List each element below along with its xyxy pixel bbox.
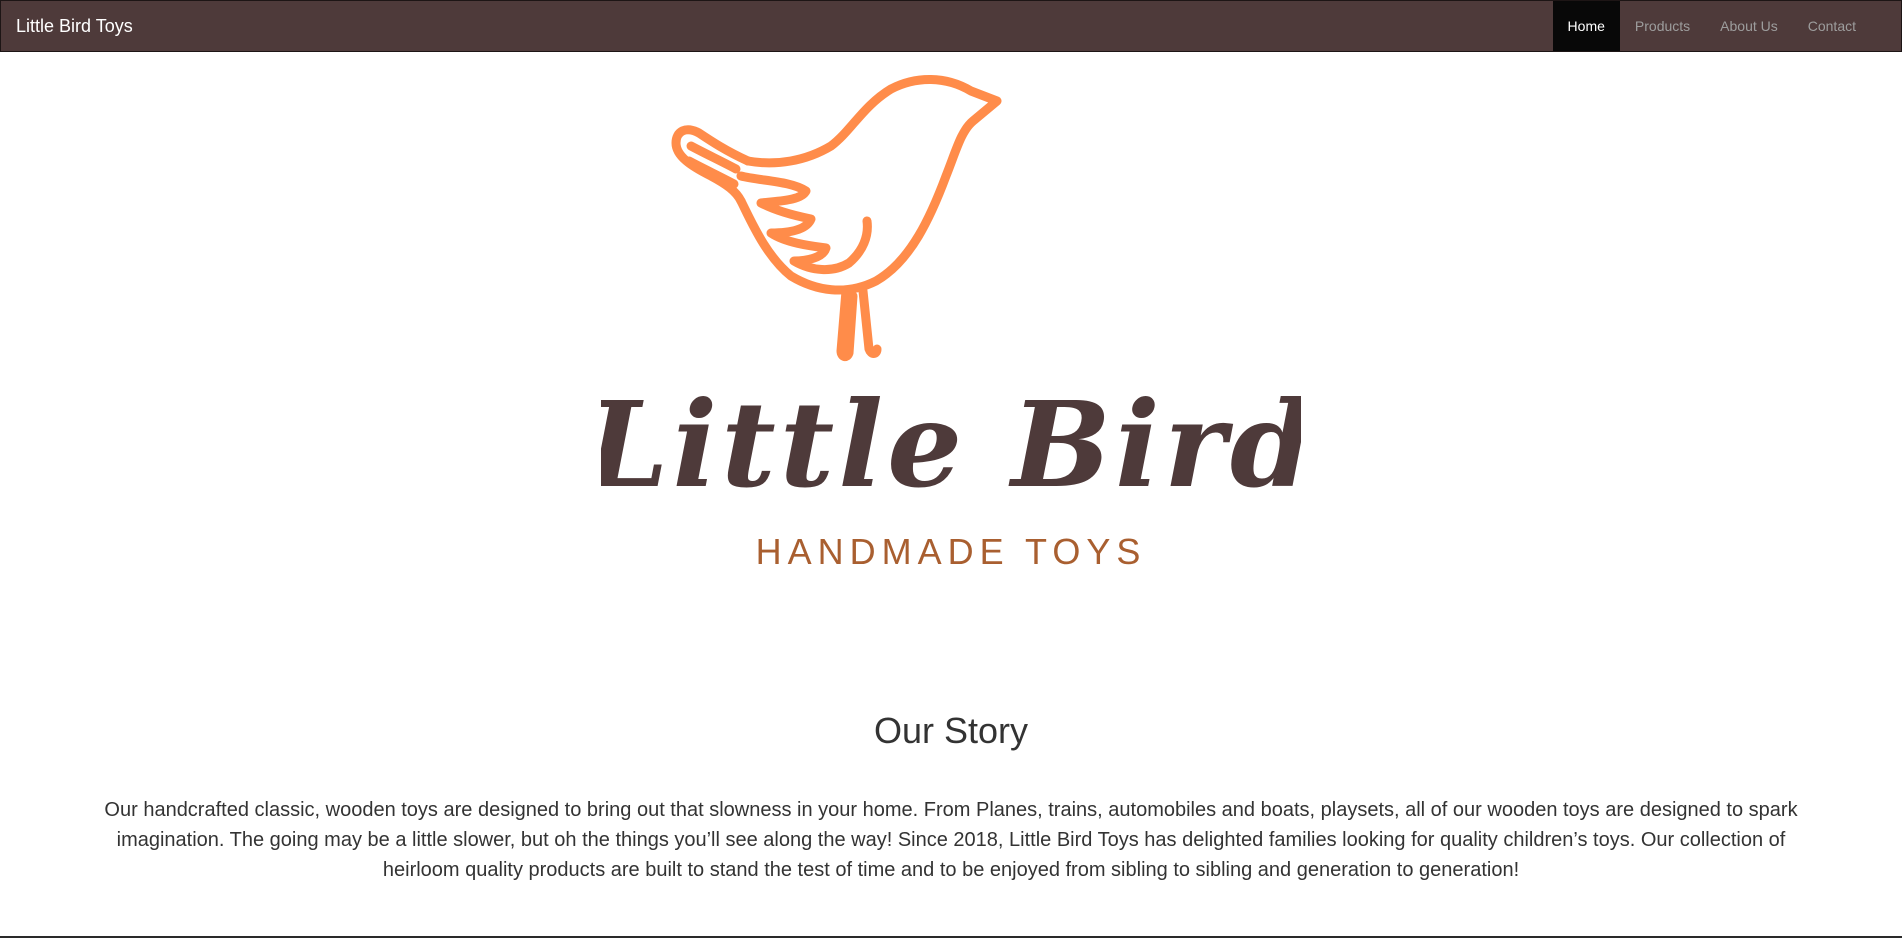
logo-script-text: Little Bird xyxy=(601,375,1301,514)
story-text: Our handcrafted classic, wooden toys are… xyxy=(104,799,1798,881)
nav-item-about-us[interactable]: About Us xyxy=(1705,1,1793,51)
little-bird-logo: Little Bird HANDMADE TOYS xyxy=(601,75,1301,572)
nav-item-contact[interactable]: Contact xyxy=(1793,1,1871,51)
story-title: Our Story xyxy=(873,710,1029,751)
nav-item-products[interactable]: Products xyxy=(1620,1,1705,51)
nav-menu: Home Products About Us Contact xyxy=(1552,1,1871,51)
bird-icon xyxy=(671,75,1002,362)
hero-logo: Little Bird HANDMADE TOYS xyxy=(0,51,1902,591)
brand-link[interactable]: Little Bird Toys xyxy=(1,1,133,51)
nav-item-home[interactable]: Home xyxy=(1552,1,1620,51)
logo-tagline: HANDMADE TOYS xyxy=(756,531,1147,572)
top-navbar: Little Bird Toys Home Products About Us … xyxy=(0,0,1902,52)
